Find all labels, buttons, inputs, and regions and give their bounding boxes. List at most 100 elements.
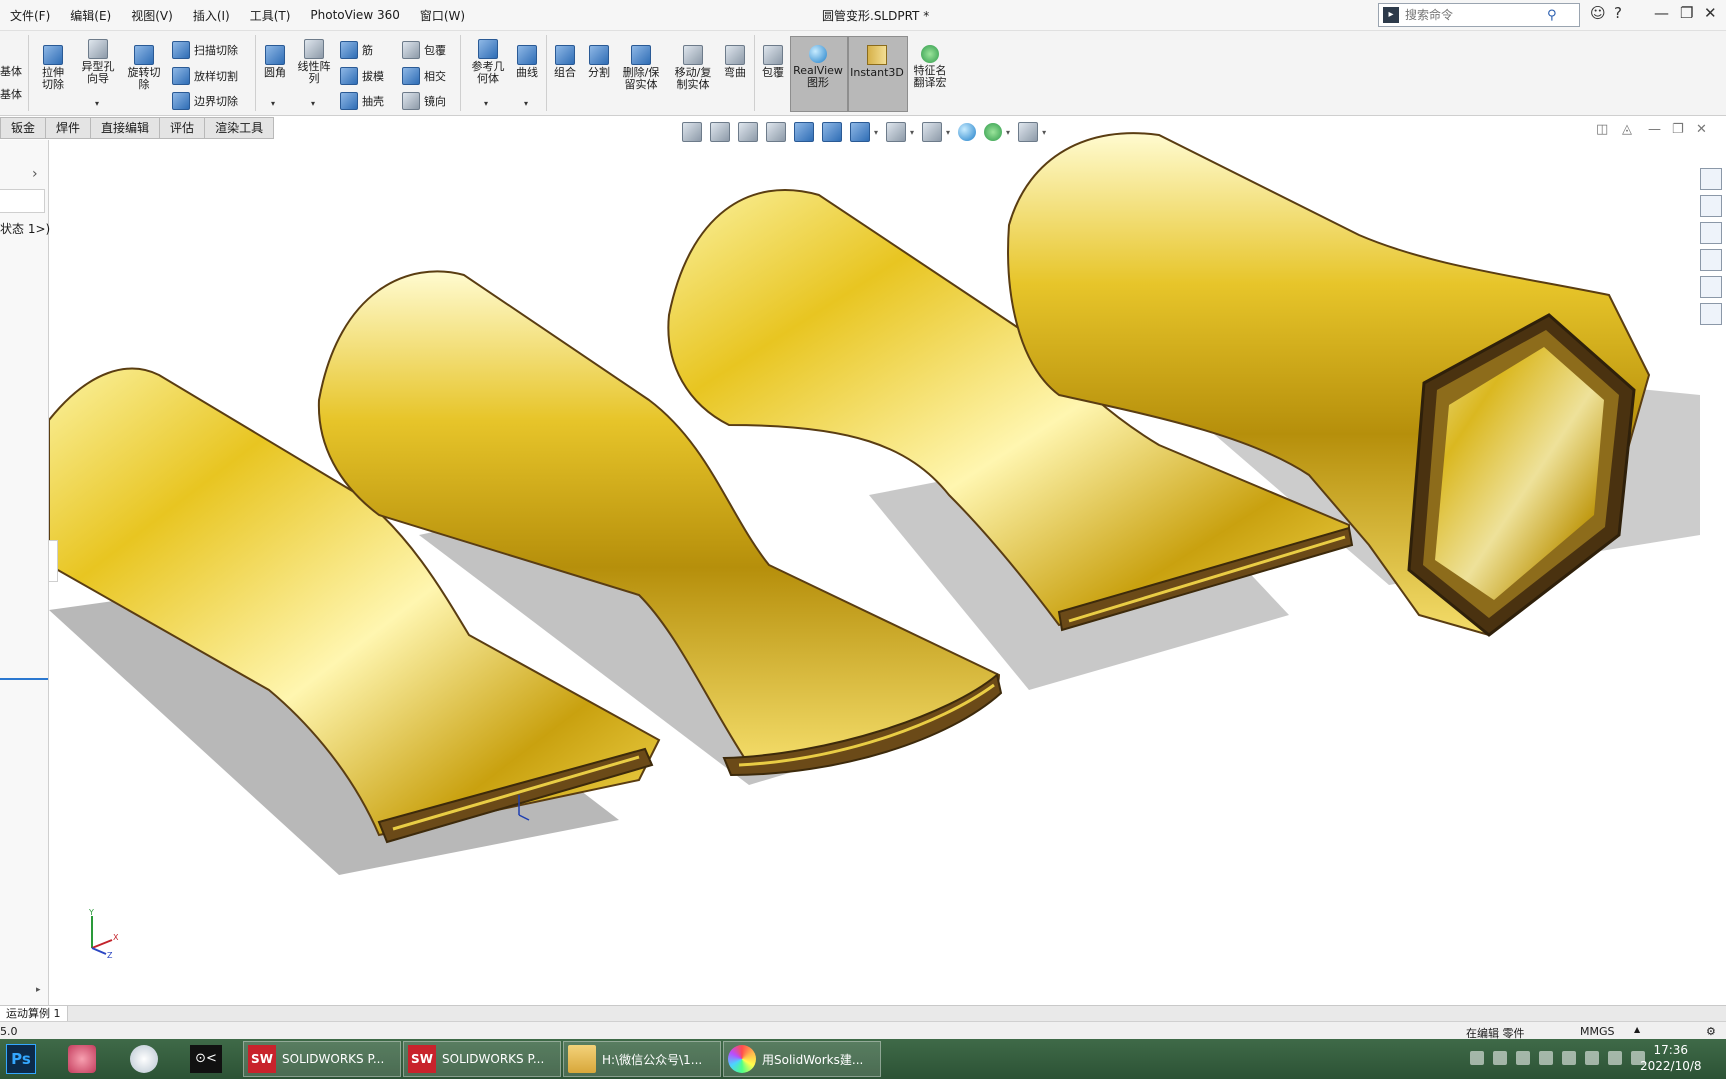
flex-button[interactable]: 弯曲 [720,45,750,79]
tray-app-icon[interactable] [1493,1051,1507,1065]
graphics-area[interactable] [49,115,1700,1005]
combine-button[interactable]: 组合 [550,45,580,79]
user-icon[interactable]: ☺ [1590,4,1606,22]
feature-macro-button[interactable]: 特征名翻译宏 [910,45,950,89]
units-dropdown-icon[interactable]: ▲ [1634,1025,1640,1034]
taskbar-solidworks-1[interactable]: SW SOLIDWORKS P... [243,1041,401,1077]
instant3d-button[interactable]: Instant3D [848,45,906,79]
view-settings-icon[interactable] [984,123,1003,141]
close-icon[interactable]: ✕ [1704,4,1717,22]
wrap-feature-button[interactable]: 包覆 [758,45,788,79]
draft-button[interactable]: 拔模 [340,67,384,85]
status-tools-icon[interactable]: ⚙ [1706,1025,1716,1038]
tile-left-icon[interactable]: ◫ [1596,122,1608,137]
taskbar-browser[interactable]: 用SolidWorks建... [723,1041,881,1077]
design-library-icon[interactable] [1700,195,1722,217]
move-copy-body-button[interactable]: 移动/复制实体 [670,45,716,91]
doc-minimize-icon[interactable]: — [1648,122,1661,137]
shield-icon[interactable] [1562,1051,1576,1065]
previous-view-icon[interactable] [738,122,758,142]
menu-tools[interactable]: 工具(T) [240,7,301,24]
hide-show-dropdown-icon[interactable]: ▾ [910,128,914,137]
revolve-cut-button[interactable]: 旋转切除 [124,45,164,91]
curves-dropdown-icon[interactable]: ▾ [524,99,528,108]
tray-app-icon[interactable] [1516,1051,1530,1065]
view-palette-icon[interactable] [1700,249,1722,271]
linear-pattern-button[interactable]: 线性阵列 [294,39,334,85]
rib-button[interactable]: 筋 [340,41,373,59]
split-button[interactable]: 分割 [584,45,614,79]
wrap-button[interactable]: 包覆 [402,41,446,59]
realview-button[interactable]: RealView图形 [790,45,846,89]
apply-scene-icon[interactable] [958,123,977,141]
search-input[interactable] [1403,7,1547,23]
reference-geometry-button[interactable]: 参考几何体 [466,39,510,85]
intersect-button[interactable]: 相交 [402,67,446,85]
taskbar-solidworks-2[interactable]: SW SOLIDWORKS P... [403,1041,561,1077]
keyboard-icon[interactable] [1470,1051,1484,1065]
doc-restore-icon[interactable]: ❐ [1672,122,1684,137]
system-clock[interactable]: 17:36 2022/10/8 [1640,1042,1702,1074]
view-settings-dropdown-icon[interactable]: ▾ [1006,128,1010,137]
hole-wizard-dropdown-icon[interactable]: ▾ [95,99,99,108]
menu-edit[interactable]: 编辑(E) [60,7,121,24]
menu-window[interactable]: 窗口(W) [410,7,475,24]
tab-sheetmetal[interactable]: 钣金 [0,117,47,139]
tile-right-icon[interactable]: ◬ [1622,122,1632,137]
tab-motion-study[interactable]: 运动算例 1 [0,1006,68,1021]
curves-button[interactable]: 曲线 [512,45,542,79]
home-icon[interactable] [1700,168,1722,190]
view-orientation-icon[interactable] [822,122,842,142]
shell-button[interactable]: 抽壳 [340,92,384,110]
boundary-cut-button[interactable]: 边界切除 [172,92,238,110]
ribbon-left-clipped-1[interactable]: 基体 [0,63,22,79]
menu-view[interactable]: 视图(V) [121,7,183,24]
display-monitor-icon[interactable] [1018,122,1039,142]
menu-insert[interactable]: 插入(I) [183,7,240,24]
display-style-dropdown-icon[interactable]: ▾ [874,128,878,137]
help-icon[interactable]: ? [1614,4,1622,22]
zoom-area-icon[interactable] [710,122,730,142]
fillet-button[interactable]: 圆角 [260,45,290,79]
app2-taskbar-button[interactable] [68,1042,96,1076]
doc-close-icon[interactable]: ✕ [1696,122,1707,137]
mirror-button[interactable]: 镜向 [402,92,446,110]
ribbon-left-clipped-2[interactable]: 基体 [0,86,22,102]
sweep-cut-button[interactable]: 扫描切除 [172,41,238,59]
minimize-icon[interactable]: — [1654,4,1669,22]
file-explorer-icon[interactable] [1700,222,1722,244]
taskbar-explorer[interactable]: H:\微信公众号\1... [563,1041,721,1077]
linear-pattern-dropdown-icon[interactable]: ▾ [311,99,315,108]
extrude-cut-button[interactable]: 拉伸切除 [33,45,73,91]
fillet-dropdown-icon[interactable]: ▾ [271,99,275,108]
zoom-to-fit-icon[interactable] [682,122,702,142]
model-view[interactable] [49,115,1700,1005]
restore-icon[interactable]: ❐ [1680,4,1693,22]
search-icon[interactable]: ⚲ [1547,8,1557,23]
menu-photoview[interactable]: PhotoView 360 [300,8,409,22]
filter-input[interactable] [0,189,45,213]
custom-properties-icon[interactable] [1700,303,1722,325]
hole-wizard-button[interactable]: 异型孔向导 [78,39,118,85]
loft-cut-button[interactable]: 放样切割 [172,67,238,85]
status-units[interactable]: MMGS [1580,1025,1615,1038]
panel-collapse-handle[interactable] [48,540,58,582]
hide-show-items-icon[interactable] [886,122,907,142]
delete-keep-body-button[interactable]: 删除/保留实体 [618,45,664,91]
edit-appearance-icon[interactable] [922,122,943,142]
app3-taskbar-button[interactable] [130,1042,158,1076]
dynamic-annotation-icon[interactable] [794,122,814,142]
volume-icon[interactable] [1608,1051,1622,1065]
chevron-right-icon[interactable]: › [32,166,38,182]
appearances-icon[interactable] [1700,276,1722,298]
scroll-right-icon[interactable]: ▸ [36,985,41,995]
display-style-icon[interactable] [850,122,870,142]
app4-taskbar-button[interactable]: ⊙< [190,1042,222,1076]
appearance-dropdown-icon[interactable]: ▾ [946,128,950,137]
monitor-dropdown-icon[interactable]: ▾ [1042,128,1046,137]
qq-icon[interactable] [1539,1051,1553,1065]
tray-app-icon[interactable] [1585,1051,1599,1065]
reference-geometry-dropdown-icon[interactable]: ▾ [484,99,488,108]
photoshop-taskbar-button[interactable]: Ps [6,1042,36,1076]
menu-file[interactable]: 文件(F) [0,7,60,24]
